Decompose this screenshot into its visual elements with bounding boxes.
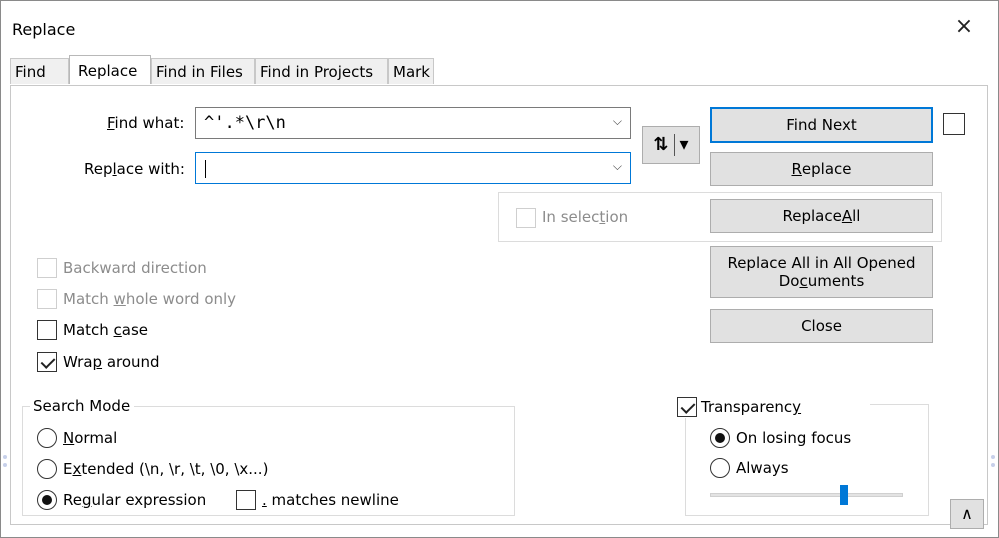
backward-direction-label: Backward direction bbox=[63, 259, 207, 277]
backward-direction-checkbox[interactable] bbox=[37, 258, 57, 278]
find-next-button[interactable]: Find Next bbox=[710, 107, 933, 143]
find-what-value: ^'.*\r\n bbox=[204, 113, 286, 133]
dialog-title: Replace bbox=[12, 20, 76, 39]
radio-regex[interactable] bbox=[37, 490, 57, 510]
text-caret bbox=[205, 160, 206, 178]
collapse-button[interactable]: ∧ bbox=[950, 499, 984, 529]
radio-normal[interactable] bbox=[37, 428, 57, 448]
radio-extended-label: Extended (\n, \r, \t, \0, \x...) bbox=[63, 460, 269, 478]
radio-regex-label: Regular expression bbox=[63, 491, 207, 509]
background-dot bbox=[3, 455, 7, 459]
background-dot bbox=[3, 463, 7, 467]
tab-find-in-files[interactable]: Find in Files bbox=[151, 58, 255, 84]
find-what-label: Find what: bbox=[107, 114, 185, 132]
chevron-down-icon[interactable]: ⌵ bbox=[613, 114, 622, 129]
button-line-2: Documents bbox=[778, 272, 865, 290]
match-case-checkbox[interactable] bbox=[37, 320, 57, 340]
transparency-slider-thumb[interactable] bbox=[840, 485, 848, 505]
radio-extended[interactable] bbox=[37, 459, 57, 479]
dot-matches-newline-checkbox[interactable] bbox=[236, 490, 256, 510]
radio-always-label: Always bbox=[736, 459, 789, 477]
background-dot bbox=[991, 455, 995, 459]
replace-all-opened-button[interactable]: Replace All in All Opened Documents bbox=[710, 246, 933, 298]
button-line-1: Replace All in All Opened bbox=[727, 254, 916, 272]
in-selection-checkbox[interactable] bbox=[516, 208, 536, 228]
dropdown-arrow-icon[interactable]: ▾ bbox=[680, 136, 689, 154]
find-next-option-checkbox[interactable] bbox=[943, 113, 965, 135]
transparency-slider-track[interactable] bbox=[710, 493, 903, 497]
match-whole-word-label: Match whole word only bbox=[63, 290, 237, 308]
in-selection-label: In selection bbox=[542, 208, 629, 226]
swap-icon: ⇅ bbox=[653, 134, 669, 155]
tab-replace[interactable]: Replace bbox=[69, 55, 151, 84]
radio-always[interactable] bbox=[710, 458, 730, 478]
replace-with-combo[interactable]: ⌵ bbox=[195, 152, 631, 184]
background-dot bbox=[991, 463, 995, 467]
tab-find-in-projects[interactable]: Find in Projects bbox=[255, 58, 388, 84]
search-mode-title: Search Mode bbox=[30, 397, 135, 415]
close-button[interactable]: Close bbox=[710, 309, 933, 343]
wrap-around-label: Wrap around bbox=[63, 353, 160, 371]
transparency-label: Transparency bbox=[701, 398, 802, 416]
find-what-combo[interactable]: ^'.*\r\n ⌵ bbox=[195, 107, 631, 139]
match-whole-word-checkbox[interactable] bbox=[37, 289, 57, 309]
tab-mark[interactable]: Mark bbox=[388, 58, 434, 84]
close-icon[interactable]: × bbox=[947, 12, 981, 42]
transparency-checkbox[interactable] bbox=[677, 397, 697, 417]
radio-on-losing-focus-label: On losing focus bbox=[736, 429, 852, 447]
chevron-down-icon[interactable]: ⌵ bbox=[613, 159, 622, 174]
wrap-around-checkbox[interactable] bbox=[37, 352, 57, 372]
tab-find[interactable]: Find bbox=[10, 58, 69, 84]
dot-matches-newline-label: . matches newline bbox=[262, 491, 399, 509]
replace-with-label: Replace with: bbox=[84, 160, 185, 178]
replace-all-button[interactable]: Replace All bbox=[710, 199, 933, 233]
radio-on-losing-focus[interactable] bbox=[710, 428, 730, 448]
chevron-up-icon: ∧ bbox=[961, 504, 973, 523]
replace-button[interactable]: Replace bbox=[710, 152, 933, 186]
swap-find-replace-button[interactable]: ⇅ ▾ bbox=[642, 126, 700, 164]
radio-normal-label: Normal bbox=[63, 429, 118, 447]
match-case-label: Match case bbox=[63, 321, 149, 339]
